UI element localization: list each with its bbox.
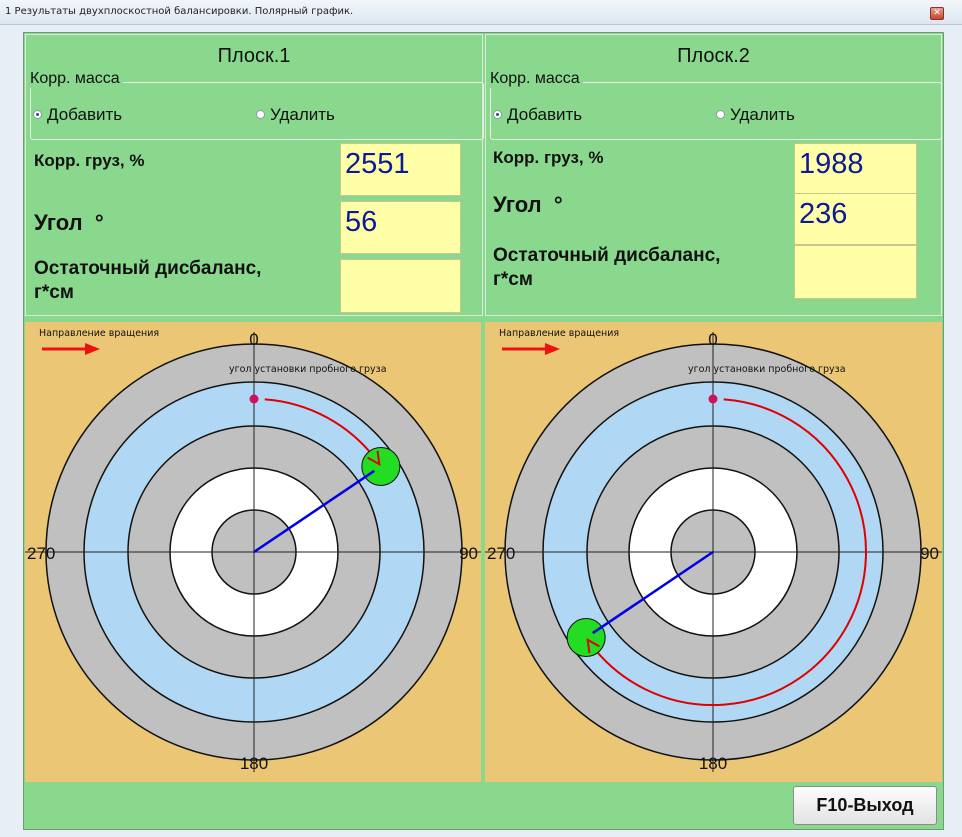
plane2-angle-value: 236 (794, 193, 917, 245)
plane1-radio-remove[interactable]: Удалить (256, 105, 335, 125)
axis-label-bottom: 180 (699, 754, 727, 773)
plane1-angle-unit: ° (94, 210, 104, 235)
plane2-angle-unit: ° (553, 192, 563, 217)
plane2-weight-value: 1988 (794, 143, 917, 194)
plane1-radio-add[interactable]: Добавить (33, 105, 122, 125)
plane2-radio-remove[interactable]: Удалить (716, 105, 795, 125)
correction-weight-marker (361, 446, 401, 486)
radio-checked-icon[interactable] (33, 110, 42, 119)
rotation-direction-label: Направление вращения (39, 328, 159, 339)
axis-label-right: 90 (459, 544, 478, 563)
exit-button[interactable]: F10-Выход (793, 786, 937, 825)
axis-label-top: 0 (708, 330, 717, 349)
polar-chart-1-svg: 0 90 180 270 Направление вращения угол устано… (25, 322, 481, 782)
polar-chart-1: 0 90 180 270 Направление вращения угол устано… (25, 322, 481, 782)
axis-label-left: 270 (27, 544, 55, 563)
plane1-residual-text: Остаточный дисбаланс, (34, 258, 262, 279)
rotation-direction-label: Направление вращения (499, 328, 619, 339)
plane1-radio-remove-label: Удалить (270, 105, 335, 124)
plane2-radio-add[interactable]: Добавить (493, 105, 582, 125)
plane1-weight-label: Корр. груз, % (34, 151, 145, 170)
correction-weight-marker (566, 618, 606, 658)
plane2-angle-text: Угол (493, 192, 542, 217)
plane2-residual-label: Остаточный дисбаланс, г*см (493, 244, 793, 286)
plane2-weight-label: Корр. груз, % (493, 148, 604, 167)
axis-label-top: 0 (249, 330, 258, 349)
plane1-radio-add-label: Добавить (47, 105, 123, 124)
plane2-residual-unit: г*см (493, 269, 533, 286)
window-title: 1 Результаты двухплоскостной балансировк… (5, 6, 354, 17)
plane1-residual-label: Остаточный дисбаланс, г*см (34, 257, 334, 301)
plane1-group-label: Корр. масса (30, 70, 123, 88)
plane1-angle-value: 56 (340, 201, 461, 254)
trial-weight-label: угол установки пробного груза (229, 364, 387, 375)
plane2-radio-remove-label: Удалить (730, 105, 795, 124)
plane2-group-label: Корр. масса (490, 70, 583, 88)
trial-weight-label: угол установки пробного груза (688, 364, 846, 375)
radio-checked-icon[interactable] (493, 110, 502, 119)
plane1-residual-unit: г*см (34, 282, 74, 301)
axis-label-left: 270 (487, 544, 515, 563)
plane2-panel: Плоск.2 Корр. масса Добавить Удалить Кор… (485, 34, 942, 316)
plane2-residual-value (794, 245, 917, 299)
trial-weight-dot (708, 394, 718, 404)
plane2-title: Плоск.2 (677, 45, 750, 67)
plane1-residual-value (340, 259, 461, 313)
radio-unchecked-icon[interactable] (716, 110, 725, 119)
plane2-radio-add-label: Добавить (507, 105, 583, 124)
plane2-angle-label: Угол ° (493, 192, 563, 218)
plane1-weight-value: 2551 (340, 143, 461, 196)
radio-unchecked-icon[interactable] (256, 110, 265, 119)
axis-label-bottom: 180 (240, 754, 268, 773)
axis-label-right: 90 (920, 544, 939, 563)
plane1-panel: Плоск.1 Корр. масса Добавить Удалить Кор… (25, 34, 484, 316)
window-edge (952, 25, 962, 837)
plane1-angle-label: Угол ° (34, 210, 104, 236)
trial-weight-dot (249, 394, 259, 404)
polar-chart-2: 0 90 180 270 Направление вращения угол устано… (485, 322, 942, 782)
polar-chart-2-svg: 0 90 180 270 Направление вращения угол устано… (485, 322, 942, 782)
window-titlebar: 1 Результаты двухплоскостной балансировк… (0, 0, 962, 25)
plane1-title: Плоск.1 (217, 45, 291, 67)
plane1-angle-text: Угол (34, 210, 83, 235)
close-icon[interactable]: ✕ (930, 7, 944, 20)
plane2-residual-text: Остаточный дисбаланс, (493, 245, 721, 266)
